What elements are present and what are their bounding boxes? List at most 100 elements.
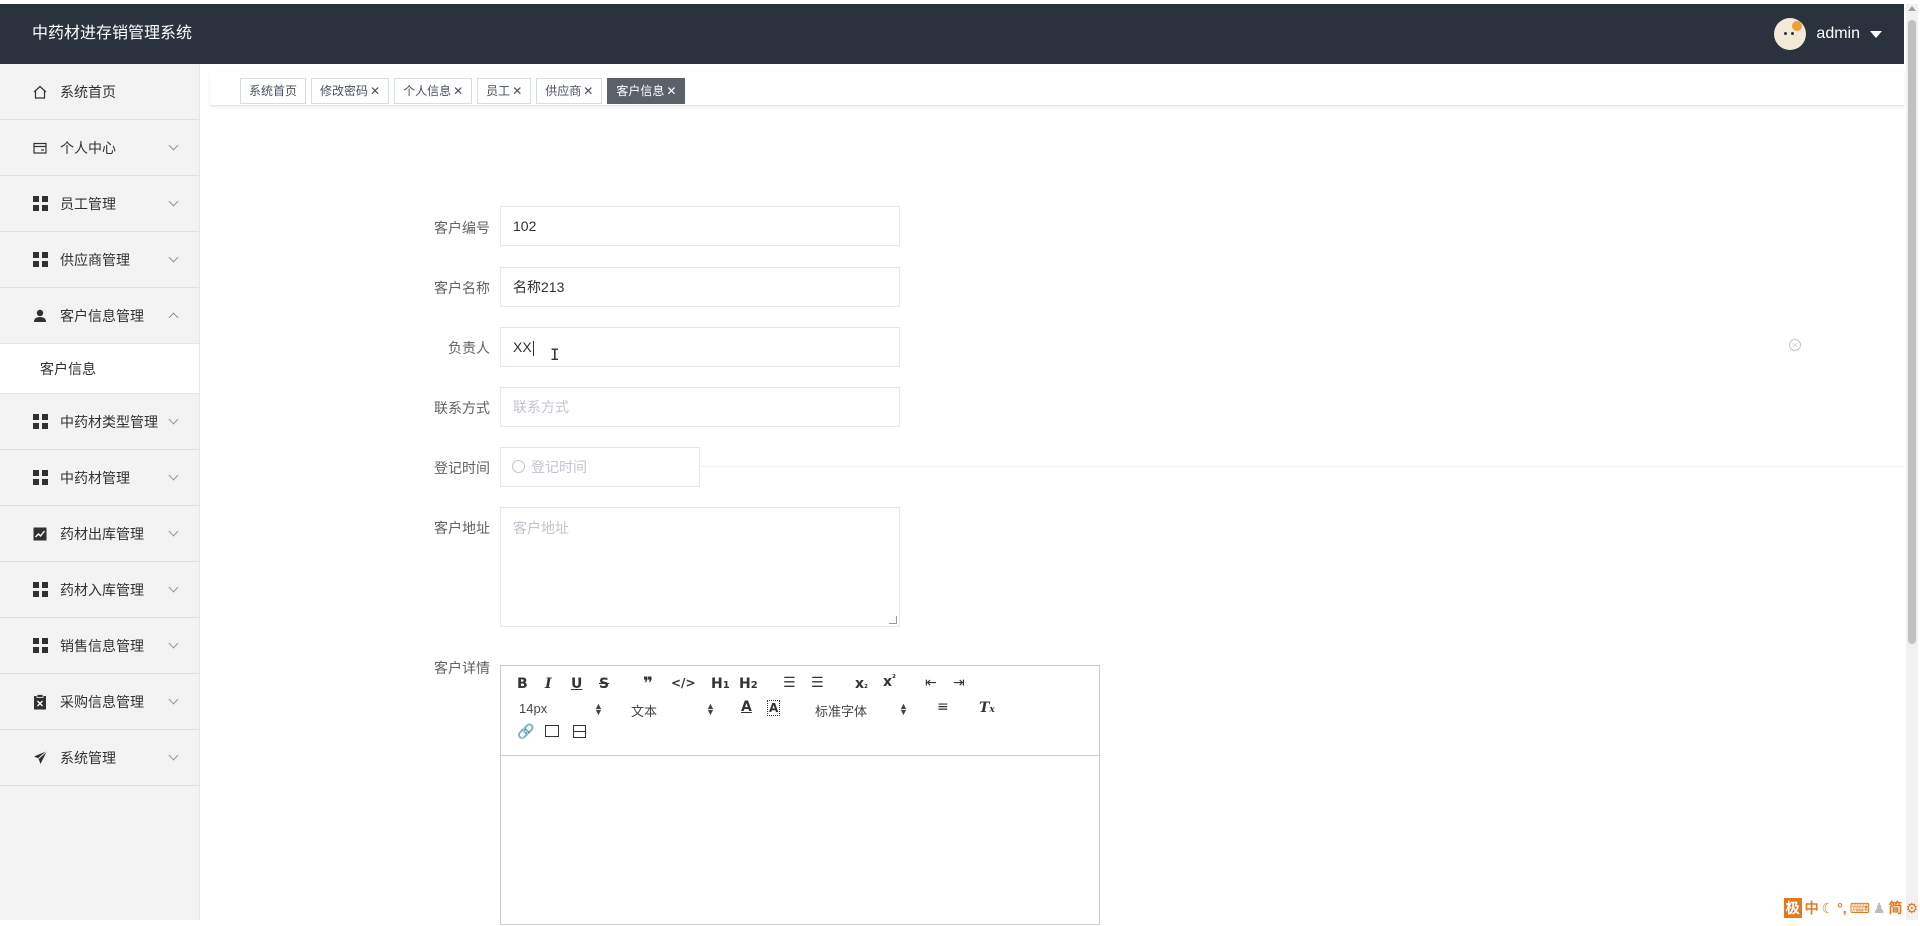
- resize-handle-icon[interactable]: [889, 616, 897, 624]
- close-icon[interactable]: ✕: [370, 84, 380, 98]
- tag-employee[interactable]: 员工✕: [477, 78, 531, 104]
- paper-plane-icon: [32, 750, 48, 766]
- sidebar-item-herb[interactable]: 中药材管理: [0, 450, 199, 506]
- chevron-down-icon: [169, 695, 179, 705]
- sidebar-item-label: 供应商管理: [60, 250, 130, 270]
- tag-customer-info[interactable]: 客户信息✕: [607, 78, 685, 104]
- rich-text-editor: B I U S ❞ </> H1 H2 ☰ ☰ x₂ x² ⇤ ⇥ 14px ▲…: [500, 665, 1100, 925]
- caret-down-icon[interactable]: [1870, 31, 1882, 38]
- sidebar-item-stock-in[interactable]: 药材入库管理: [0, 562, 199, 618]
- grid-icon: [32, 196, 48, 212]
- close-icon[interactable]: ✕: [666, 84, 676, 98]
- clear-circle-icon[interactable]: ×: [1789, 339, 1801, 351]
- ime-logo[interactable]: 极: [1784, 898, 1802, 918]
- sidebar-item-home[interactable]: 系统首页: [0, 64, 199, 120]
- sidebar-subitem-customer-info[interactable]: 客户信息: [0, 344, 199, 394]
- address-textarea[interactable]: 客户地址: [500, 507, 900, 627]
- tag-supplier[interactable]: 供应商✕: [536, 78, 602, 104]
- editor-toolbar: B I U S ❞ </> H1 H2 ☰ ☰ x₂ x² ⇤ ⇥ 14px ▲…: [501, 666, 1099, 756]
- subscript-icon[interactable]: x₂: [855, 676, 868, 692]
- customer-code-input[interactable]: 102: [500, 206, 900, 246]
- contact-input[interactable]: 联系方式: [500, 387, 900, 427]
- tag-personal-info[interactable]: 个人信息✕: [394, 78, 472, 104]
- blockquote-icon[interactable]: ❞: [643, 674, 653, 694]
- scrollbar-thumb[interactable]: [1908, 20, 1916, 644]
- chevron-down-icon: [169, 471, 179, 481]
- avatar[interactable]: [1774, 18, 1806, 50]
- align-icon[interactable]: ≡: [937, 699, 949, 715]
- close-icon[interactable]: ✕: [453, 84, 463, 98]
- clock-icon: [512, 460, 525, 473]
- tag-home[interactable]: 系统首页: [240, 78, 306, 104]
- page-scrollbar[interactable]: [1906, 4, 1918, 920]
- sidebar-item-label: 系统管理: [60, 748, 116, 768]
- wallet-icon: [32, 140, 48, 156]
- sidebar-item-personal-center[interactable]: 个人中心: [0, 120, 199, 176]
- video-icon[interactable]: [573, 725, 586, 738]
- grid-icon: [32, 470, 48, 486]
- italic-icon[interactable]: I: [545, 676, 552, 692]
- link-icon[interactable]: 🔗: [517, 724, 534, 740]
- home-icon: [32, 84, 48, 100]
- tag-change-password[interactable]: 修改密码✕: [311, 78, 389, 104]
- sidebar-item-label: 中药材管理: [60, 468, 130, 488]
- background-color-icon[interactable]: A: [767, 700, 780, 716]
- font-family-select[interactable]: 标准字体: [815, 701, 867, 720]
- grid-icon: [32, 252, 48, 268]
- date-label: 登记时间: [420, 458, 490, 478]
- bold-icon[interactable]: B: [517, 676, 528, 692]
- superscript-icon[interactable]: x²: [883, 674, 896, 690]
- customer-name-input[interactable]: 名称213: [500, 267, 900, 307]
- sidebar-item-system[interactable]: 系统管理: [0, 730, 199, 786]
- ime-chinese-mode[interactable]: 中: [1805, 898, 1819, 918]
- chevron-down-icon: [169, 253, 179, 263]
- close-icon[interactable]: ✕: [512, 84, 522, 98]
- strikethrough-icon[interactable]: S: [599, 676, 609, 692]
- image-icon[interactable]: [545, 725, 559, 737]
- ordered-list-icon[interactable]: ☰: [783, 675, 796, 691]
- sidebar-item-label: 药材出库管理: [60, 524, 144, 544]
- date-picker-input[interactable]: 登记时间: [500, 447, 700, 487]
- sidebar-item-herb-type[interactable]: 中药材类型管理: [0, 394, 199, 450]
- ime-toolbar: 极 中 ☾ °, ⌨ ♟ 简 ⚙: [1784, 898, 1918, 918]
- bullet-list-icon[interactable]: ☰: [811, 675, 824, 691]
- font-color-icon[interactable]: A: [741, 699, 752, 715]
- outdent-icon[interactable]: ⇤: [925, 675, 937, 691]
- chevron-down-icon: [169, 197, 179, 207]
- username[interactable]: admin: [1816, 25, 1860, 43]
- moon-icon[interactable]: ☾: [1822, 900, 1835, 917]
- sidebar-item-purchase[interactable]: 采购信息管理: [0, 674, 199, 730]
- user-menu[interactable]: admin: [1774, 18, 1882, 50]
- heading-2-icon[interactable]: H2: [739, 676, 758, 692]
- divider: [700, 466, 1904, 467]
- name-label: 客户名称: [420, 278, 490, 298]
- keyboard-icon[interactable]: ⌨: [1850, 900, 1870, 917]
- sidebar-item-customer[interactable]: 客户信息管理: [0, 288, 199, 344]
- ime-simplified[interactable]: 简: [1888, 898, 1902, 918]
- sidebar-item-stock-out[interactable]: 药材出库管理: [0, 506, 199, 562]
- font-size-select[interactable]: 14px: [519, 701, 547, 716]
- chevron-down-icon: [169, 141, 179, 151]
- sidebar: 系统首页 个人中心 员工管理 供应商管理 客户信息管理 客户信息 中药材类型管理…: [0, 64, 200, 920]
- block-type-select[interactable]: 文本: [631, 701, 657, 720]
- close-icon[interactable]: ✕: [583, 84, 593, 98]
- sidebar-item-supplier[interactable]: 供应商管理: [0, 232, 199, 288]
- sidebar-item-employee[interactable]: 员工管理: [0, 176, 199, 232]
- manager-input[interactable]: XX: [500, 327, 900, 367]
- gear-icon[interactable]: ⚙: [1905, 900, 1918, 917]
- select-arrows-icon: ▲▼: [706, 703, 715, 715]
- indent-icon[interactable]: ⇥: [953, 675, 965, 691]
- chart-icon: [32, 526, 48, 542]
- sidebar-item-sales[interactable]: 销售信息管理: [0, 618, 199, 674]
- punctuation-icon[interactable]: °,: [1837, 900, 1847, 916]
- person-icon[interactable]: ♟: [1873, 900, 1886, 917]
- sidebar-item-label: 中药材类型管理: [60, 412, 158, 432]
- editor-content-area[interactable]: [501, 756, 1099, 926]
- scroll-up-icon[interactable]: [1908, 6, 1916, 11]
- heading-1-icon[interactable]: H1: [711, 676, 730, 692]
- code-block-icon[interactable]: </>: [671, 676, 696, 690]
- chevron-down-icon: [169, 639, 179, 649]
- underline-icon[interactable]: U: [571, 676, 582, 692]
- chevron-down-icon: [169, 415, 179, 425]
- clear-format-icon[interactable]: Tx: [979, 700, 995, 716]
